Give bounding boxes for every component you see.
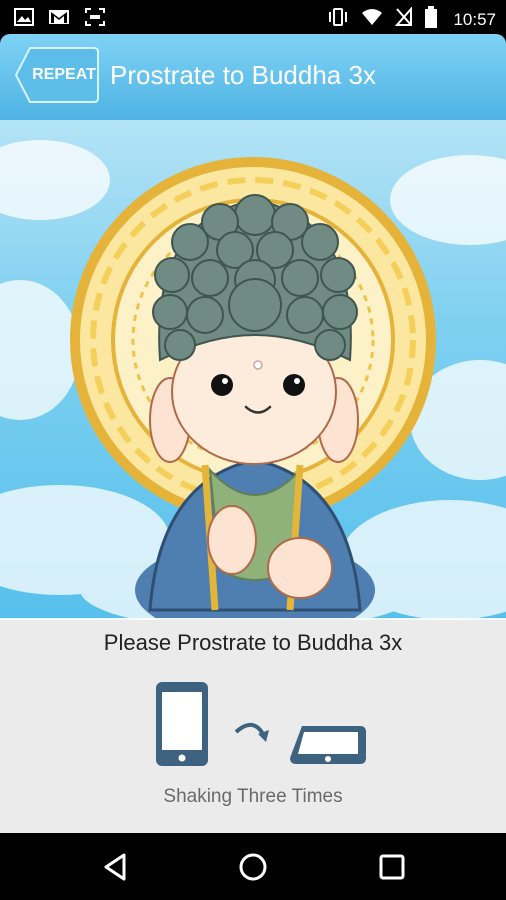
back-icon [104,853,126,881]
status-time: 10:57 [453,9,496,29]
page-title: Prostrate to Buddha 3x [110,60,376,90]
recents-icon [379,854,405,880]
buddha-scene [0,120,506,620]
vibrate-icon [327,7,349,32]
curved-arrow-icon [234,723,269,742]
repeat-label: REPEAT [32,66,96,83]
wifi-icon [361,7,383,32]
home-button[interactable] [233,849,273,885]
recents-button[interactable] [372,849,412,885]
shake-caption: Shaking Three Times [163,786,343,807]
instruction-text: Please Prostrate to Buddha 3x [103,630,403,655]
status-bar: 10:57 [0,0,506,34]
shake-diagram [156,682,366,766]
no-sim-icon [395,6,413,32]
repeat-button[interactable]: REPEAT [14,46,100,104]
app-header: REPEAT Prostrate to Buddha 3x [0,34,506,120]
back-button[interactable] [96,849,136,885]
home-icon [239,853,267,881]
navigation-bar [0,833,506,900]
buddha-illustration [0,140,506,620]
screenshot-icon [84,7,106,32]
phone-upright-icon [156,682,208,766]
battery-icon [425,6,438,33]
phone-tilted-icon [290,726,366,764]
gmail-icon [48,7,70,32]
image-icon [14,7,34,32]
